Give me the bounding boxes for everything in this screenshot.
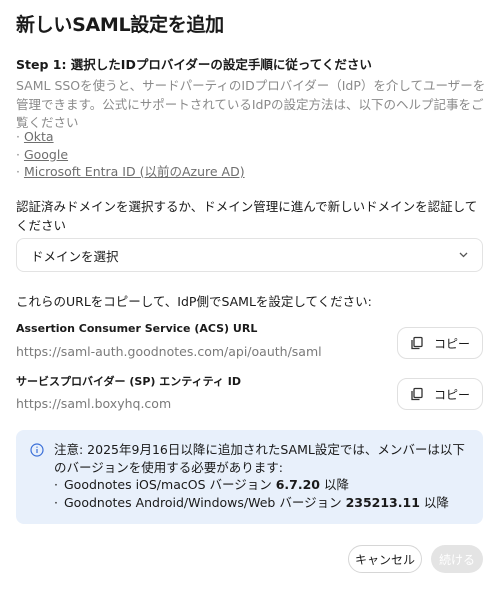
sp-entity-value: https://saml.boxyhq.com — [16, 396, 172, 411]
version-number: 6.7.20 — [275, 477, 320, 492]
version-suffix: 以降 — [419, 494, 449, 510]
version-notice: 注意: 2025年9月16日以降に追加されたSAML設定では、メンバーは以下のバ… — [16, 430, 483, 524]
help-link-item: · Okta — [16, 129, 54, 144]
acs-url-value: https://saml-auth.goodnotes.com/api/oaut… — [16, 344, 322, 359]
microsoft-entra-link[interactable]: Microsoft Entra ID (以前のAzure AD) — [24, 164, 245, 179]
saml-config-dialog: 新しいSAML設定を追加 Step 1: 選択したIDプロバイダーの設定手順に従… — [0, 0, 500, 592]
copy-icon — [411, 336, 423, 350]
acs-url-title: Assertion Consumer Service (ACS) URL — [16, 322, 258, 335]
help-links: · Okta · Google · Microsoft Entra ID (以前… — [16, 128, 245, 181]
copy-acs-label: コピー — [433, 336, 470, 351]
okta-link[interactable]: Okta — [24, 129, 54, 144]
copy-sp-label: コピー — [433, 387, 470, 402]
copy-instructions: これらのURLをコピーして、IdP側でSAMLを設定してください: — [16, 294, 372, 309]
domain-select[interactable]: ドメインを選択 — [16, 238, 483, 272]
version-list: Goodnotes iOS/macOS バージョン 6.7.20 以降 Good… — [54, 476, 471, 511]
version-prefix: Goodnotes iOS/macOS バージョン — [64, 477, 276, 492]
version-item-ios: Goodnotes iOS/macOS バージョン 6.7.20 以降 — [54, 476, 471, 494]
dialog-title: 新しいSAML設定を追加 — [16, 14, 224, 36]
copy-sp-button[interactable]: コピー — [397, 378, 483, 410]
step-heading: Step 1: 選択したIDプロバイダーの設定手順に従ってください — [16, 57, 372, 72]
domain-select-value: ドメインを選択 — [31, 248, 119, 264]
domain-label: 認証済みドメインを選択するか、ドメイン管理に進んで新しいドメインを認証してくださ… — [16, 199, 478, 233]
google-link[interactable]: Google — [24, 147, 68, 162]
continue-button[interactable]: 続ける — [431, 545, 483, 573]
copy-icon — [411, 387, 423, 401]
description-text: SAML SSOを使うと、サードパーティのIDプロバイダー（IdP）を介してユー… — [16, 78, 486, 130]
cancel-button[interactable]: キャンセル — [348, 545, 422, 573]
version-prefix: Goodnotes Android/Windows/Web バージョン — [64, 494, 346, 510]
help-link-item: · Google — [16, 146, 69, 162]
help-link-item: · Microsoft Entra ID (以前のAzure AD) — [16, 164, 245, 179]
notice-text: 注意: 2025年9月16日以降に追加されたSAML設定では、メンバーは以下のバ… — [54, 442, 465, 475]
version-item-android: Goodnotes Android/Windows/Web バージョン 2352… — [54, 494, 471, 512]
version-number: 235213.11 — [345, 494, 420, 510]
info-icon — [30, 443, 44, 457]
sp-entity-title: サービスプロバイダー (SP) エンティティ ID — [16, 375, 241, 388]
chevron-down-icon — [458, 250, 468, 260]
version-suffix: 以降 — [320, 477, 349, 492]
copy-acs-button[interactable]: コピー — [397, 327, 483, 359]
